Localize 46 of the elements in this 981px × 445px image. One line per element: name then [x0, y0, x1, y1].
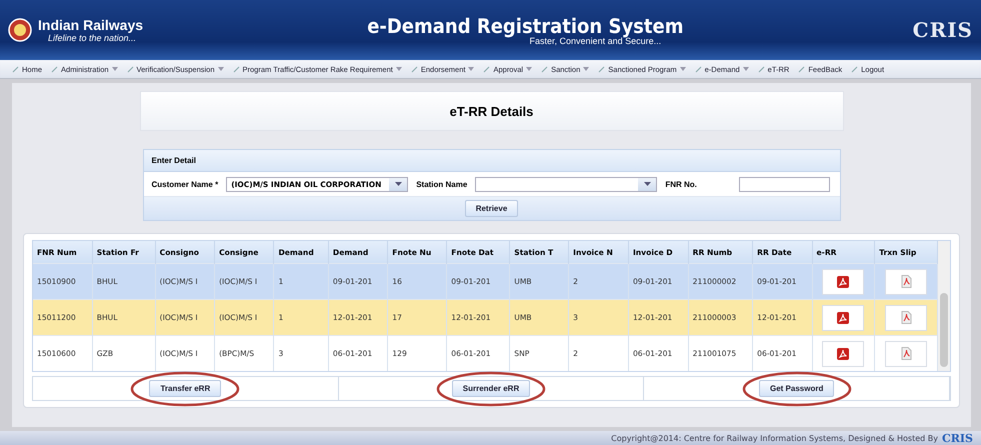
action-button[interactable]: Surrender eRR: [452, 380, 530, 397]
menu-item-icon: [798, 66, 806, 72]
menu-item-icon: [232, 66, 240, 72]
field-label: Station Name: [416, 180, 468, 188]
app-title: e-Demand Registration System: [366, 14, 684, 38]
page-title: eT-RR Details: [140, 91, 844, 131]
pdf-button[interactable]: [822, 340, 864, 366]
menu-item-icon: [851, 66, 858, 72]
footer-logo: CRIS: [942, 432, 973, 444]
document-icon: [900, 275, 912, 288]
fnr-input[interactable]: [738, 176, 830, 192]
menu-item-icon: [694, 66, 702, 72]
brand-name: Indian Railways: [38, 17, 144, 33]
caret-icon: [644, 182, 651, 186]
menu-item-icon: [598, 66, 606, 72]
app-subtitle: Faster, Convenient and Secure...: [530, 36, 662, 46]
field-label: FNR No.: [665, 180, 697, 188]
menu-item-icon: [541, 66, 548, 72]
form-legend: Enter Detail: [144, 150, 840, 172]
menu-item-icon: [758, 66, 765, 72]
document-button[interactable]: [885, 304, 928, 330]
menu-item-icon: [51, 66, 58, 72]
pdf-button[interactable]: [822, 304, 864, 330]
document-button[interactable]: [885, 340, 928, 366]
pdf-icon: [837, 348, 850, 360]
action-button[interactable]: Transfer eRR: [149, 380, 222, 397]
document-icon: [900, 347, 912, 360]
scrollbar[interactable]: [938, 241, 950, 371]
field-label: Customer Name *: [152, 180, 218, 188]
menu-item-icon: [410, 66, 418, 72]
pdf-icon: [837, 312, 850, 324]
menu-item-icon: [12, 66, 19, 72]
pdf-icon: [837, 276, 850, 288]
copyright-text: Copyright@2014: Centre for Railway Information Systems, Designed & Hosted By: [611, 434, 938, 442]
retrieve-button[interactable]: Retrieve: [464, 200, 518, 217]
menu-item-icon: [126, 66, 134, 72]
pdf-button[interactable]: [822, 268, 864, 294]
station-select[interactable]: [475, 176, 658, 192]
brand-tagline: Lifeline to the nation...: [47, 33, 138, 43]
emblem-icon: [8, 18, 32, 42]
document-icon: [900, 311, 912, 324]
action-button[interactable]: Get Password: [759, 380, 834, 397]
caret-icon: [394, 182, 402, 186]
logo-text: CRIS: [912, 18, 973, 42]
menu-item-icon: [483, 66, 490, 72]
document-button[interactable]: [885, 268, 928, 294]
